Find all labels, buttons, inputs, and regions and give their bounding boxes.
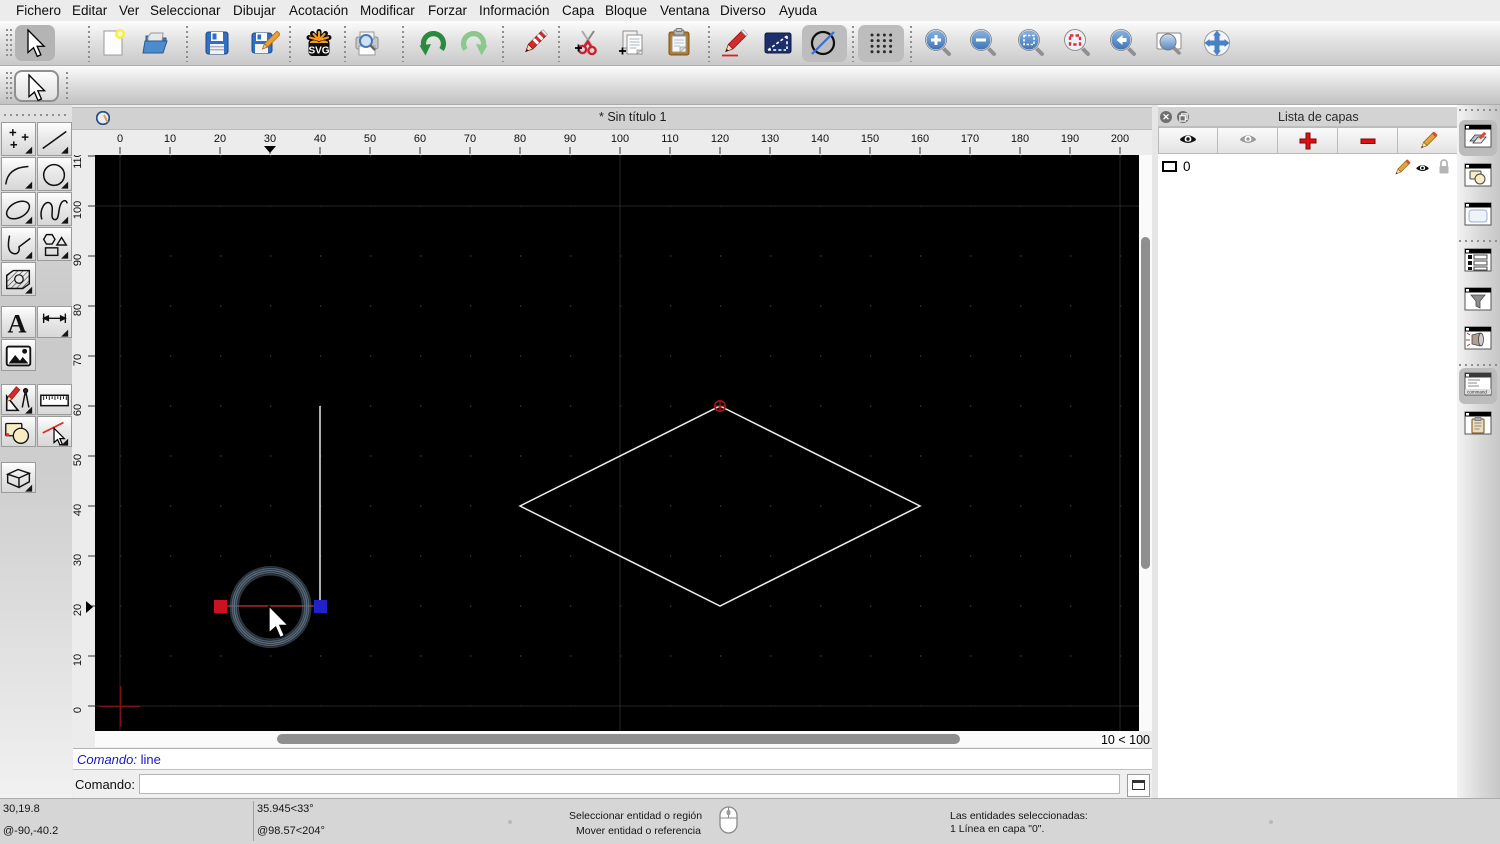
svg-text:80: 80 [72,304,84,316]
svg-text:160: 160 [911,133,929,145]
svg-text:130: 130 [761,133,779,145]
svg-text:150: 150 [861,133,879,145]
svg-text:110: 110 [72,155,84,169]
svg-text:200: 200 [1111,133,1129,145]
svg-text:140: 140 [811,133,829,145]
svg-text:20: 20 [72,604,84,616]
svg-text:A: A [8,308,27,338]
svg-text:90: 90 [72,254,84,266]
svg-text:50: 50 [364,133,376,145]
svg-text:90: 90 [564,133,576,145]
svg-text:170: 170 [961,133,979,145]
svg-text:10: 10 [72,654,84,666]
svg-text:SVG: SVG [308,46,329,57]
svg-text:100: 100 [72,201,84,219]
svg-text:50: 50 [72,454,84,466]
svg-text:120: 120 [711,133,729,145]
svg-text:60: 60 [414,133,426,145]
svg-text:30: 30 [264,133,276,145]
svg-text:80: 80 [514,133,526,145]
svg-text:30: 30 [72,554,84,566]
svg-text:110: 110 [661,133,679,145]
svg-text:60: 60 [72,404,84,416]
svg-text:70: 70 [464,133,476,145]
svg-text:command: command [1467,390,1487,395]
svg-text:190: 190 [1061,133,1079,145]
svg-text:20: 20 [214,133,226,145]
svg-text:40: 40 [72,504,84,516]
svg-text:10: 10 [164,133,176,145]
svg-text:0: 0 [72,707,84,713]
svg-text:40: 40 [314,133,326,145]
svg-text:0: 0 [117,133,123,145]
svg-text:100: 100 [611,133,629,145]
svg-text:180: 180 [1011,133,1029,145]
svg-text:70: 70 [72,354,84,366]
